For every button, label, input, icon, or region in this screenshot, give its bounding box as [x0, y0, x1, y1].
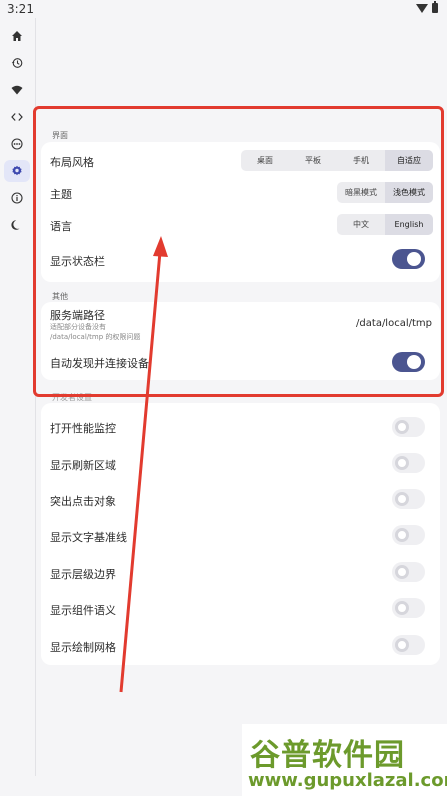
history-icon — [11, 58, 23, 68]
dev-item-label: 突出点击对象 — [50, 495, 116, 508]
wifi-icon — [11, 85, 23, 95]
annotation-highlight-box — [33, 106, 444, 397]
toggle-knob — [395, 420, 409, 434]
more-icon — [11, 138, 23, 150]
rail-item-dark-mode[interactable] — [4, 214, 30, 236]
performance-monitor-toggle[interactable] — [392, 417, 425, 437]
toggle-knob — [395, 492, 409, 506]
watermark: 谷普软件园 www.gupuxlazal.com — [242, 724, 447, 796]
dev-item-label: 显示刷新区域 — [50, 459, 116, 472]
toggle-knob — [395, 638, 409, 652]
repaint-area-toggle[interactable] — [392, 453, 425, 473]
dev-item-label: 显示文字基准线 — [50, 531, 127, 544]
dev-item-label: 显示层级边界 — [50, 568, 116, 581]
moon-icon — [11, 220, 20, 230]
toggle-knob — [395, 528, 409, 542]
dev-item-label: 显示组件语义 — [50, 604, 116, 617]
gear-icon — [12, 165, 22, 176]
rail-item-code[interactable] — [4, 106, 30, 128]
rail-item-more[interactable] — [4, 133, 30, 155]
code-icon — [11, 113, 23, 121]
status-bar: 3:21 — [0, 0, 447, 18]
highlight-tap-toggle[interactable] — [392, 489, 425, 509]
rail-item-info[interactable] — [4, 187, 30, 209]
battery-icon — [432, 1, 438, 13]
text-baseline-toggle[interactable] — [392, 525, 425, 545]
toggle-knob — [395, 456, 409, 470]
dev-item-label: 显示绘制网格 — [50, 641, 116, 654]
rail-item-history[interactable] — [4, 52, 30, 74]
rail-item-home[interactable] — [4, 25, 30, 47]
home-icon — [12, 31, 22, 41]
watermark-url: www.gupuxlazal.com — [248, 770, 447, 791]
status-icons — [416, 1, 438, 13]
dev-item-label: 打开性能监控 — [50, 422, 116, 435]
navigation-rail — [0, 18, 36, 776]
semantics-toggle[interactable] — [392, 598, 425, 618]
wifi-signal-icon — [416, 3, 428, 13]
toggle-knob — [395, 565, 409, 579]
status-time: 3:21 — [7, 2, 34, 16]
rail-item-wifi[interactable] — [4, 79, 30, 101]
watermark-title: 谷普软件园 — [250, 738, 405, 773]
info-icon — [11, 192, 23, 204]
toggle-knob — [395, 601, 409, 615]
paint-grid-toggle[interactable] — [392, 635, 425, 655]
rail-item-settings[interactable] — [4, 160, 30, 182]
layer-bounds-toggle[interactable] — [392, 562, 425, 582]
